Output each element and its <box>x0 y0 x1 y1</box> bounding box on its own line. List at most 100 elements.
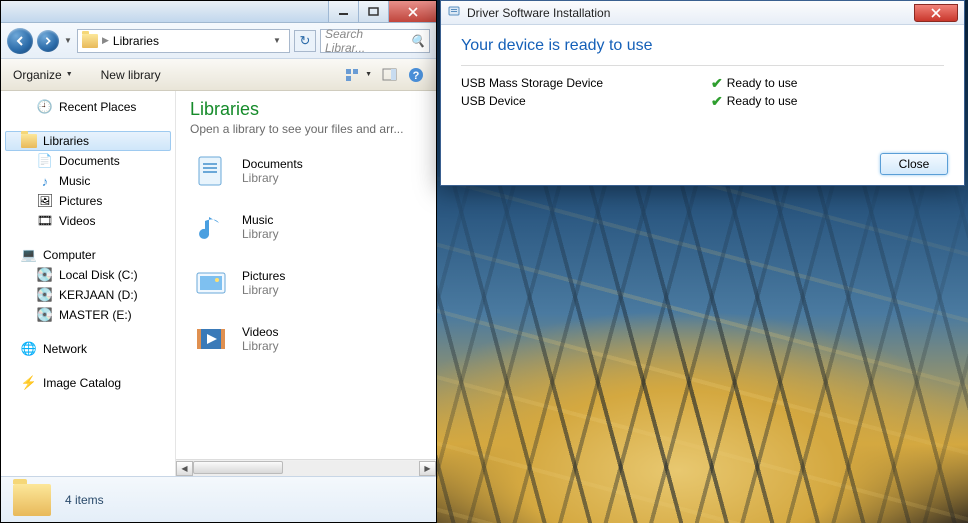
explorer-sidebar: 🕘 Recent Places Libraries 📄 Documents ♪ … <box>1 91 176 476</box>
organize-menu[interactable]: Organize ▼ <box>13 68 73 82</box>
sidebar-label: KERJAAN (D:) <box>59 288 138 302</box>
drive-icon: 💽 <box>37 307 53 323</box>
content-header: Libraries Open a library to see your fil… <box>176 91 436 140</box>
lib-kind: Library <box>242 227 279 241</box>
svg-text:?: ? <box>413 70 420 82</box>
device-name: USB Mass Storage Device <box>461 76 711 90</box>
library-item-videos[interactable]: Videos Library <box>190 318 422 360</box>
network-icon: 🌐 <box>21 341 37 357</box>
computer-icon: 💻 <box>21 247 37 263</box>
driver-dialog: Driver Software Installation Your device… <box>440 0 965 186</box>
scroll-left-button[interactable]: ◀ <box>176 461 193 476</box>
documents-large-icon <box>190 150 232 192</box>
device-status: ✔ Ready to use <box>711 75 797 92</box>
lib-kind: Library <box>242 283 285 297</box>
library-item-documents[interactable]: Documents Library <box>190 150 422 192</box>
sidebar-item-image-catalog[interactable]: ⚡ Image Catalog <box>1 373 175 393</box>
nav-history-dropdown[interactable]: ▼ <box>63 29 73 53</box>
library-item-pictures[interactable]: Pictures Library <box>190 262 422 304</box>
content-title: Libraries <box>190 99 422 120</box>
drive-icon: 💽 <box>37 267 53 283</box>
minimize-button[interactable] <box>328 1 358 22</box>
device-name: USB Device <box>461 94 711 108</box>
catalog-icon: ⚡ <box>21 375 37 391</box>
sidebar-item-music[interactable]: ♪ Music <box>1 171 175 191</box>
explorer-titlebar[interactable] <box>1 1 436 23</box>
scroll-right-button[interactable]: ▶ <box>419 461 436 476</box>
dialog-close-button[interactable] <box>914 4 958 22</box>
sidebar-label: Documents <box>59 154 120 168</box>
sidebar-label: Network <box>43 342 87 356</box>
sidebar-item-drive-d[interactable]: 💽 KERJAAN (D:) <box>1 285 175 305</box>
close-button[interactable] <box>388 1 436 22</box>
explorer-content: Libraries Open a library to see your fil… <box>176 91 436 476</box>
organize-label: Organize <box>13 68 62 82</box>
maximize-button[interactable] <box>358 1 388 22</box>
view-options-button[interactable]: ▼ <box>345 68 372 82</box>
sidebar-item-network[interactable]: 🌐 Network <box>1 339 175 359</box>
lib-kind: Library <box>242 171 303 185</box>
videos-large-icon <box>190 318 232 360</box>
horizontal-scrollbar[interactable]: ◀ ▶ <box>176 459 436 476</box>
search-input[interactable]: Search Librar... 🔍 <box>320 29 430 53</box>
sidebar-label: Local Disk (C:) <box>59 268 138 282</box>
sidebar-item-recent[interactable]: 🕘 Recent Places <box>1 97 175 117</box>
lib-name: Documents <box>242 157 303 171</box>
pictures-icon: 🖼 <box>37 193 53 209</box>
sidebar-item-libraries[interactable]: Libraries <box>5 131 171 151</box>
preview-pane-button[interactable] <box>382 68 398 82</box>
status-text: 4 items <box>65 493 104 507</box>
sidebar-label: Music <box>59 174 90 188</box>
dialog-title-text: Driver Software Installation <box>467 6 610 20</box>
new-library-button[interactable]: New library <box>101 68 161 82</box>
lib-name: Videos <box>242 325 279 339</box>
sidebar-item-computer[interactable]: 💻 Computer <box>1 245 175 265</box>
library-list: Documents Library Music Library <box>176 140 436 370</box>
sidebar-label: Pictures <box>59 194 102 208</box>
address-text: Libraries <box>113 34 159 48</box>
scroll-thumb[interactable] <box>193 461 283 474</box>
dialog-body: Your device is ready to use USB Mass Sto… <box>441 25 964 118</box>
sidebar-label: Libraries <box>43 134 89 148</box>
device-row: USB Device ✔ Ready to use <box>461 92 944 110</box>
nav-forward-button[interactable] <box>37 30 59 52</box>
refresh-button[interactable]: ↻ <box>294 30 316 52</box>
search-placeholder: Search Librar... <box>325 27 406 55</box>
lib-name: Music <box>242 213 279 227</box>
explorer-body: 🕘 Recent Places Libraries 📄 Documents ♪ … <box>1 91 436 476</box>
drive-icon: 💽 <box>37 287 53 303</box>
videos-icon: 🎞 <box>37 213 53 229</box>
sidebar-label: Computer <box>43 248 96 262</box>
check-icon: ✔ <box>711 75 723 92</box>
explorer-navbar: ▼ ▶ Libraries ▼ ↻ Search Librar... 🔍 <box>1 23 436 59</box>
library-item-music[interactable]: Music Library <box>190 206 422 248</box>
new-library-label: New library <box>101 68 161 82</box>
chevron-down-icon: ▼ <box>365 71 372 78</box>
lib-kind: Library <box>242 339 279 353</box>
status-folder-icon <box>13 484 51 516</box>
music-large-icon <box>190 206 232 248</box>
dialog-icon <box>447 4 461 21</box>
sidebar-label: Image Catalog <box>43 376 121 390</box>
sidebar-item-videos[interactable]: 🎞 Videos <box>1 211 175 231</box>
sidebar-item-pictures[interactable]: 🖼 Pictures <box>1 191 175 211</box>
device-status-text: Ready to use <box>727 94 798 108</box>
address-dropdown-icon[interactable]: ▼ <box>269 36 285 45</box>
sidebar-item-drive-c[interactable]: 💽 Local Disk (C:) <box>1 265 175 285</box>
scroll-track[interactable] <box>193 461 419 476</box>
help-button[interactable]: ? <box>408 67 424 83</box>
documents-icon: 📄 <box>37 153 53 169</box>
address-bar[interactable]: ▶ Libraries ▼ <box>77 29 290 53</box>
chevron-down-icon: ▼ <box>66 71 73 78</box>
explorer-window: ▼ ▶ Libraries ▼ ↻ Search Librar... 🔍 Org… <box>0 0 437 523</box>
nav-back-button[interactable] <box>7 28 33 54</box>
content-subtitle: Open a library to see your files and arr… <box>190 122 422 136</box>
pictures-large-icon <box>190 262 232 304</box>
close-button[interactable]: Close <box>880 153 948 175</box>
dialog-titlebar[interactable]: Driver Software Installation <box>441 1 964 25</box>
search-icon: 🔍 <box>410 34 425 48</box>
sidebar-item-drive-e[interactable]: 💽 MASTER (E:) <box>1 305 175 325</box>
dialog-divider <box>461 65 944 66</box>
dialog-heading: Your device is ready to use <box>461 37 944 55</box>
sidebar-item-documents[interactable]: 📄 Documents <box>1 151 175 171</box>
